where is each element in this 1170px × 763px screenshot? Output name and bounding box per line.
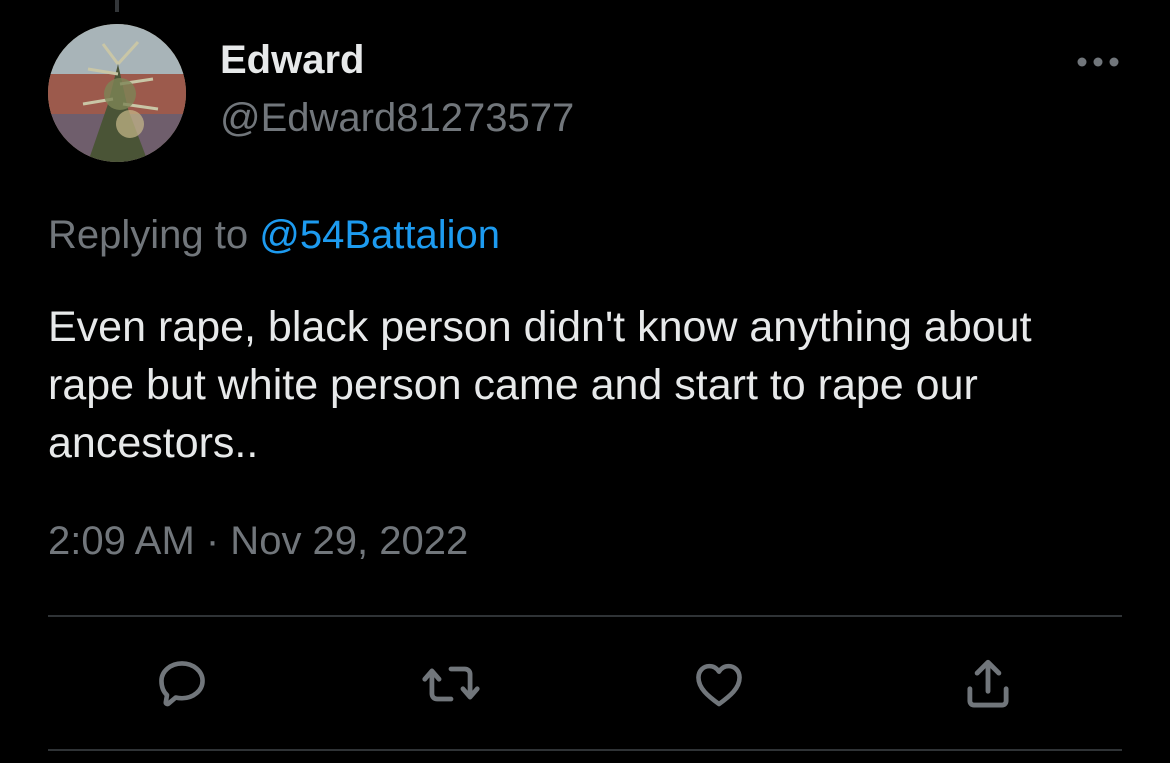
divider xyxy=(48,749,1122,751)
avatar[interactable] xyxy=(48,24,186,162)
like-icon xyxy=(696,663,742,707)
author-handle[interactable]: @Edward81273577 xyxy=(220,94,574,142)
reply-button[interactable] xyxy=(150,652,214,716)
share-icon xyxy=(967,659,1009,708)
reply-icon xyxy=(159,661,205,707)
retweet-button[interactable] xyxy=(419,652,483,716)
retweet-icon xyxy=(422,666,480,702)
more-dots-icon xyxy=(1077,57,1119,67)
divider xyxy=(48,615,1122,617)
avatar-photo-plant-icon xyxy=(48,24,186,162)
tweet-text: Even rape, black person didn't know anyt… xyxy=(48,303,1032,467)
like-button[interactable] xyxy=(687,652,751,716)
reply-mention-link[interactable]: @54Battalion xyxy=(259,213,500,257)
replying-to-label: Replying to xyxy=(48,213,260,257)
replying-to-line: Replying to @54Battalion xyxy=(48,210,500,260)
thread-connector-line xyxy=(115,0,119,12)
tweet-timestamp[interactable]: 2:09 AM · Nov 29, 2022 xyxy=(48,516,468,566)
author-display-name[interactable]: Edward xyxy=(220,36,364,84)
share-button[interactable] xyxy=(956,652,1020,716)
more-options-button[interactable] xyxy=(1068,44,1128,80)
